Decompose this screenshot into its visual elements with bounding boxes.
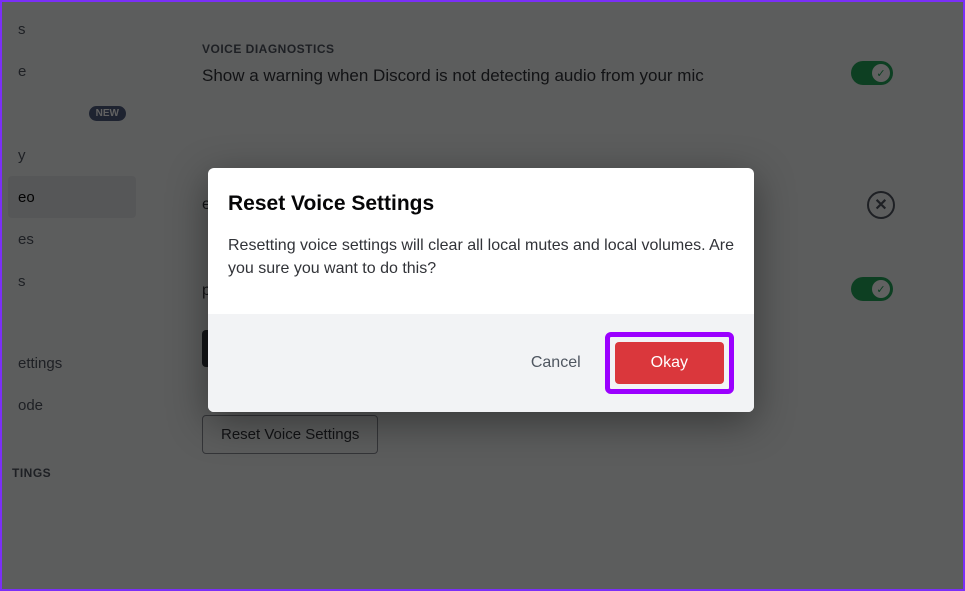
- reset-voice-modal: Reset Voice Settings Resetting voice set…: [208, 168, 754, 412]
- modal-title: Reset Voice Settings: [228, 192, 734, 216]
- okay-highlight: Okay: [605, 332, 734, 394]
- modal-text: Resetting voice settings will clear all …: [228, 234, 734, 280]
- modal-footer: Cancel Okay: [208, 314, 754, 412]
- modal-body: Reset Voice Settings Resetting voice set…: [208, 168, 754, 314]
- app-frame: s e NEW y eo es s ettings ode TINGS VOIC…: [0, 0, 965, 591]
- cancel-button[interactable]: Cancel: [531, 354, 581, 372]
- okay-button[interactable]: Okay: [615, 342, 724, 384]
